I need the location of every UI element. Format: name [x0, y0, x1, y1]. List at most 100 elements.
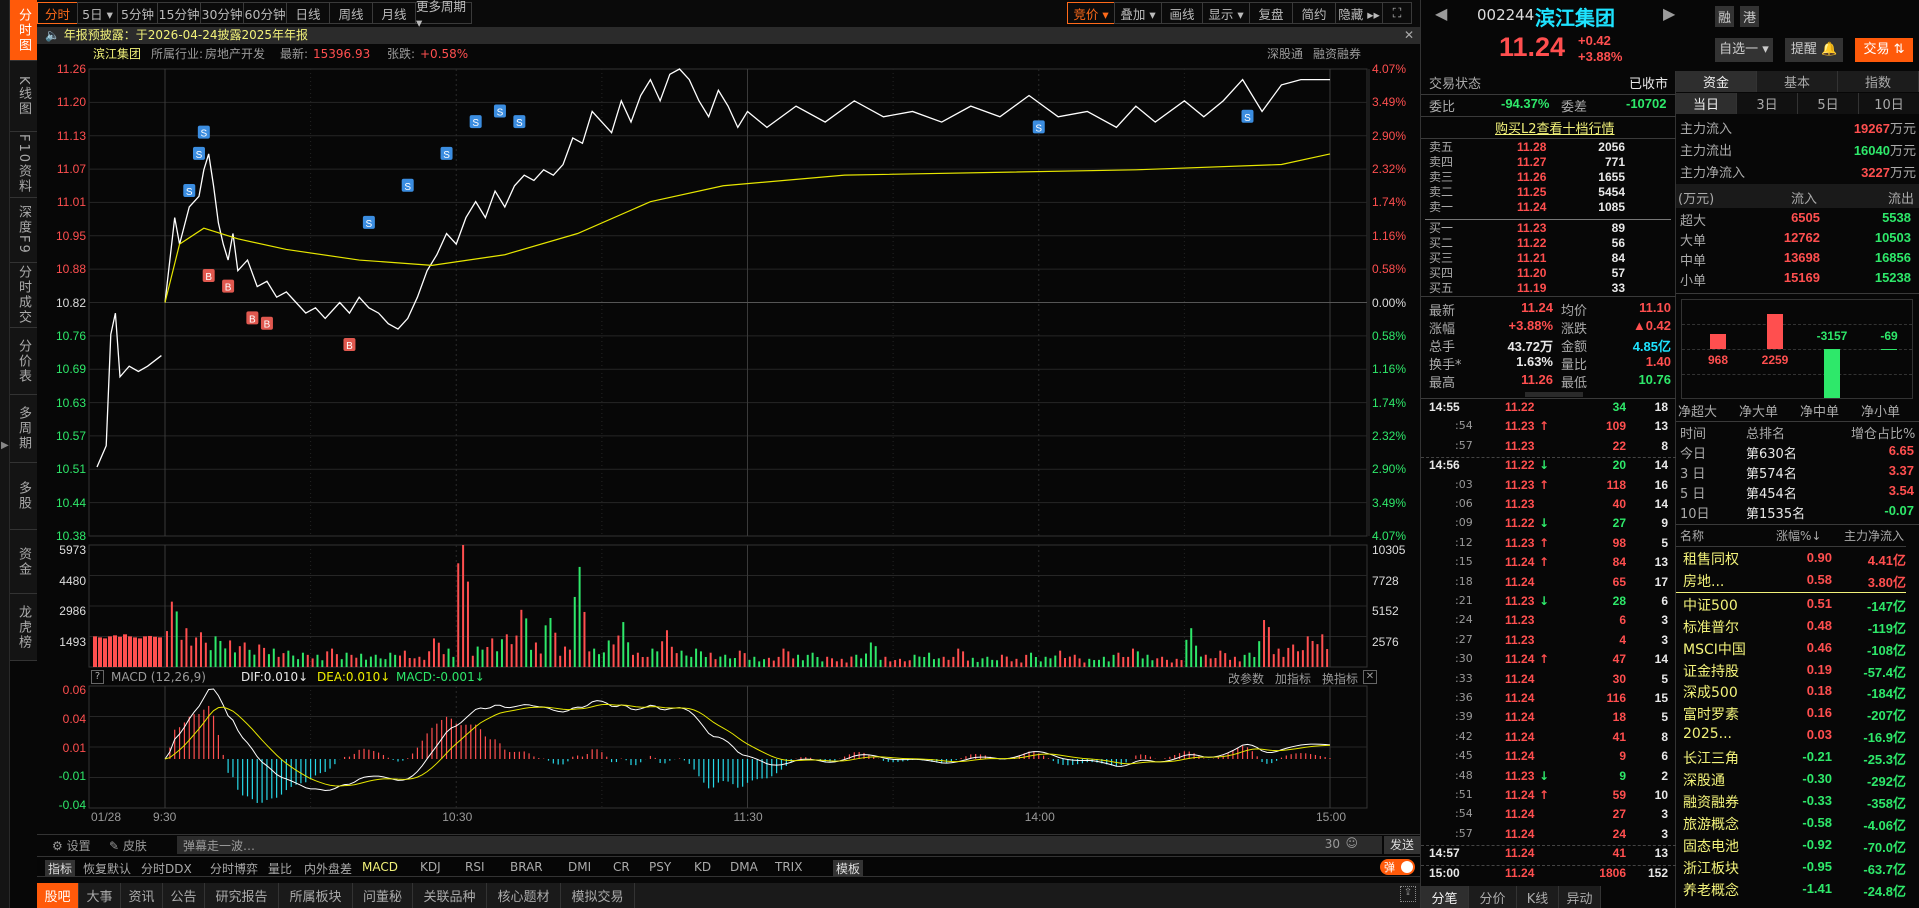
- switch-indicator-button[interactable]: 换指标: [1322, 670, 1358, 687]
- tick-price: 11.22: [1505, 458, 1535, 473]
- sector-row[interactable]: 融资融券 -0.33 -358亿: [1676, 791, 1916, 812]
- sector-row[interactable]: 固态电池 -0.92 -70.0亿: [1676, 835, 1916, 856]
- indicator-tab-10[interactable]: DMI: [568, 860, 591, 874]
- toggle-knob: [1401, 861, 1413, 873]
- sector-row[interactable]: 深股通 -0.30 -292亿: [1676, 769, 1916, 790]
- indicator-tab-5[interactable]: 内外盘差: [304, 860, 352, 877]
- volume-bar: [675, 653, 678, 667]
- bottom-tab-7[interactable]: 关联品种: [413, 883, 487, 908]
- arrow-up-icon: ↑: [1539, 788, 1550, 802]
- help-icon[interactable]: ?: [91, 670, 104, 684]
- sector-row[interactable]: 深成500 0.18 -184亿: [1676, 681, 1916, 702]
- sector-row[interactable]: 浙江板块 -0.95 -63.7亿: [1676, 857, 1916, 878]
- indicator-tab-1[interactable]: 恢复默认: [83, 860, 131, 877]
- funds-tab-0[interactable]: 资金: [1676, 71, 1757, 92]
- close-icon[interactable]: ✕: [1363, 670, 1377, 684]
- danmu-toggle[interactable]: 弹: [1380, 859, 1415, 875]
- scroll-handle[interactable]: [1525, 392, 1583, 397]
- alert-button[interactable]: 提醒 🔔: [1785, 38, 1843, 62]
- change-params-button[interactable]: 改参数: [1228, 670, 1264, 687]
- badge-hk[interactable]: 港: [1740, 6, 1760, 27]
- watchlist-button[interactable]: 自选一 ▾: [1715, 38, 1773, 62]
- day-tab-1[interactable]: 3日: [1737, 93, 1798, 114]
- trade-button[interactable]: 交易 ⇅: [1855, 38, 1913, 62]
- l2-upgrade-link[interactable]: 购买L2查看十档行情: [1495, 118, 1615, 137]
- danmu-input[interactable]: 弹幕走一波… 30 ☺: [177, 836, 1382, 854]
- volume-bar: [1039, 661, 1042, 667]
- ticks-tab-0[interactable]: 分笔: [1421, 886, 1469, 908]
- sector-row[interactable]: 证金持股 0.19 -57.4亿: [1676, 660, 1916, 681]
- indicator-tab-11[interactable]: CR: [613, 860, 630, 874]
- marker-label: S: [196, 150, 203, 161]
- indicator-tab-15[interactable]: TRIX: [775, 860, 802, 874]
- indicator-tab-16[interactable]: 模板: [833, 860, 864, 877]
- add-indicator-button[interactable]: 加指标: [1275, 670, 1311, 687]
- settings-button[interactable]: ⚙ 设置: [52, 837, 91, 854]
- sector-row[interactable]: 富时罗素 0.16 -207亿: [1676, 703, 1916, 724]
- volume-bar: [365, 659, 368, 667]
- send-button[interactable]: 发送: [1384, 836, 1420, 854]
- indicator-tab-8[interactable]: RSI: [465, 860, 485, 874]
- sector-header[interactable]: 涨幅%↓: [1776, 527, 1821, 544]
- prev-stock-icon[interactable]: ◀: [1435, 4, 1447, 23]
- sector-row[interactable]: 标准普尔 0.48 -119亿: [1676, 616, 1916, 637]
- sector-row[interactable]: 长江三角 -0.21 -25.3亿: [1676, 747, 1916, 768]
- rank-pct: -0.07: [1884, 503, 1914, 518]
- sector-row[interactable]: 养老概念 -1.41 -24.8亿: [1676, 879, 1916, 900]
- bottom-tab-0[interactable]: 股吧: [37, 883, 79, 908]
- intraday-chart[interactable]: SSSSSSSSS SSBBB BB: [0, 0, 1420, 832]
- volume-bar: [1078, 658, 1081, 667]
- sector-row[interactable]: 2025... 0.03 -16.9亿: [1676, 725, 1916, 746]
- sector-row[interactable]: 旅游概念 -0.58 -4.06亿: [1676, 813, 1916, 834]
- badge-margin[interactable]: 融: [1715, 6, 1735, 27]
- sector-name: 房地...: [1683, 573, 1725, 590]
- volume-bar: [806, 654, 809, 667]
- funds-tab-2[interactable]: 指数: [1838, 71, 1919, 92]
- expand-panel-icon[interactable]: ⇪: [1400, 886, 1416, 902]
- sector-row[interactable]: 中证500 0.51 -147亿: [1676, 594, 1916, 615]
- indicator-tab-12[interactable]: PSY: [649, 860, 671, 874]
- sell-signal-marker: S: [469, 115, 482, 129]
- indicator-tab-2[interactable]: 分时DDX: [141, 860, 192, 877]
- indicator-tab-14[interactable]: DMA: [730, 860, 758, 874]
- sector-row[interactable]: MSCI中国 0.46 -108亿: [1676, 638, 1916, 659]
- bottom-tab-9[interactable]: 模拟交易: [561, 883, 635, 908]
- ticks-tab-2[interactable]: K线: [1517, 886, 1559, 908]
- bottom-tab-2[interactable]: 资讯: [121, 883, 163, 908]
- indicator-tab-3[interactable]: 分时博弈: [210, 860, 258, 877]
- bottom-tab-1[interactable]: 大事: [79, 883, 121, 908]
- volume-bar: [758, 661, 761, 667]
- ticks-tab-1[interactable]: 分价: [1469, 886, 1517, 908]
- skin-button[interactable]: ✎ 皮肤: [109, 837, 147, 854]
- flow-out: 5538: [1882, 210, 1911, 225]
- macd-params[interactable]: MACD (12,26,9): [111, 670, 206, 684]
- day-tab-0[interactable]: 当日: [1676, 93, 1737, 114]
- indicator-tab-6[interactable]: MACD: [362, 860, 398, 874]
- indicator-tab-13[interactable]: KD: [694, 860, 711, 874]
- bottom-tab-4[interactable]: 研究报告: [205, 883, 279, 908]
- ticks-tab-3[interactable]: 异动: [1559, 886, 1601, 908]
- funds-tab-1[interactable]: 基本: [1757, 71, 1838, 92]
- stat-value: 11.10: [1639, 300, 1671, 315]
- indicator-tab-7[interactable]: KDJ: [420, 860, 441, 874]
- bottom-tab-3[interactable]: 公告: [163, 883, 205, 908]
- bottom-tab-8[interactable]: 核心题材: [487, 883, 561, 908]
- indicator-tab-9[interactable]: BRAR: [510, 860, 543, 874]
- tick-volume: 34: [1612, 400, 1626, 414]
- sector-row[interactable]: 房地... 0.58 3.80亿: [1676, 570, 1916, 591]
- volume-bar: [1151, 660, 1154, 667]
- day-tab-2[interactable]: 5日: [1798, 93, 1859, 114]
- next-stock-icon[interactable]: ▶: [1663, 4, 1675, 23]
- day-tab-3[interactable]: 10日: [1859, 93, 1919, 114]
- sector-header: 主力净流入: [1844, 529, 1905, 543]
- sector-row[interactable]: 租售同权 0.90 4.41亿: [1676, 548, 1916, 569]
- indicator-tab-0[interactable]: 指标: [45, 860, 76, 877]
- emoji-icon[interactable]: ☺: [1345, 836, 1358, 850]
- bottom-tab-5[interactable]: 所属板块: [279, 883, 353, 908]
- volume-bar: [821, 661, 824, 667]
- volume-bar: [1059, 650, 1062, 667]
- net-flow-label: 净中单: [1800, 405, 1840, 420]
- bottom-tab-6[interactable]: 问董秘: [353, 883, 413, 908]
- tick-count: 8: [1661, 729, 1668, 744]
- indicator-tab-4[interactable]: 量比: [268, 860, 292, 877]
